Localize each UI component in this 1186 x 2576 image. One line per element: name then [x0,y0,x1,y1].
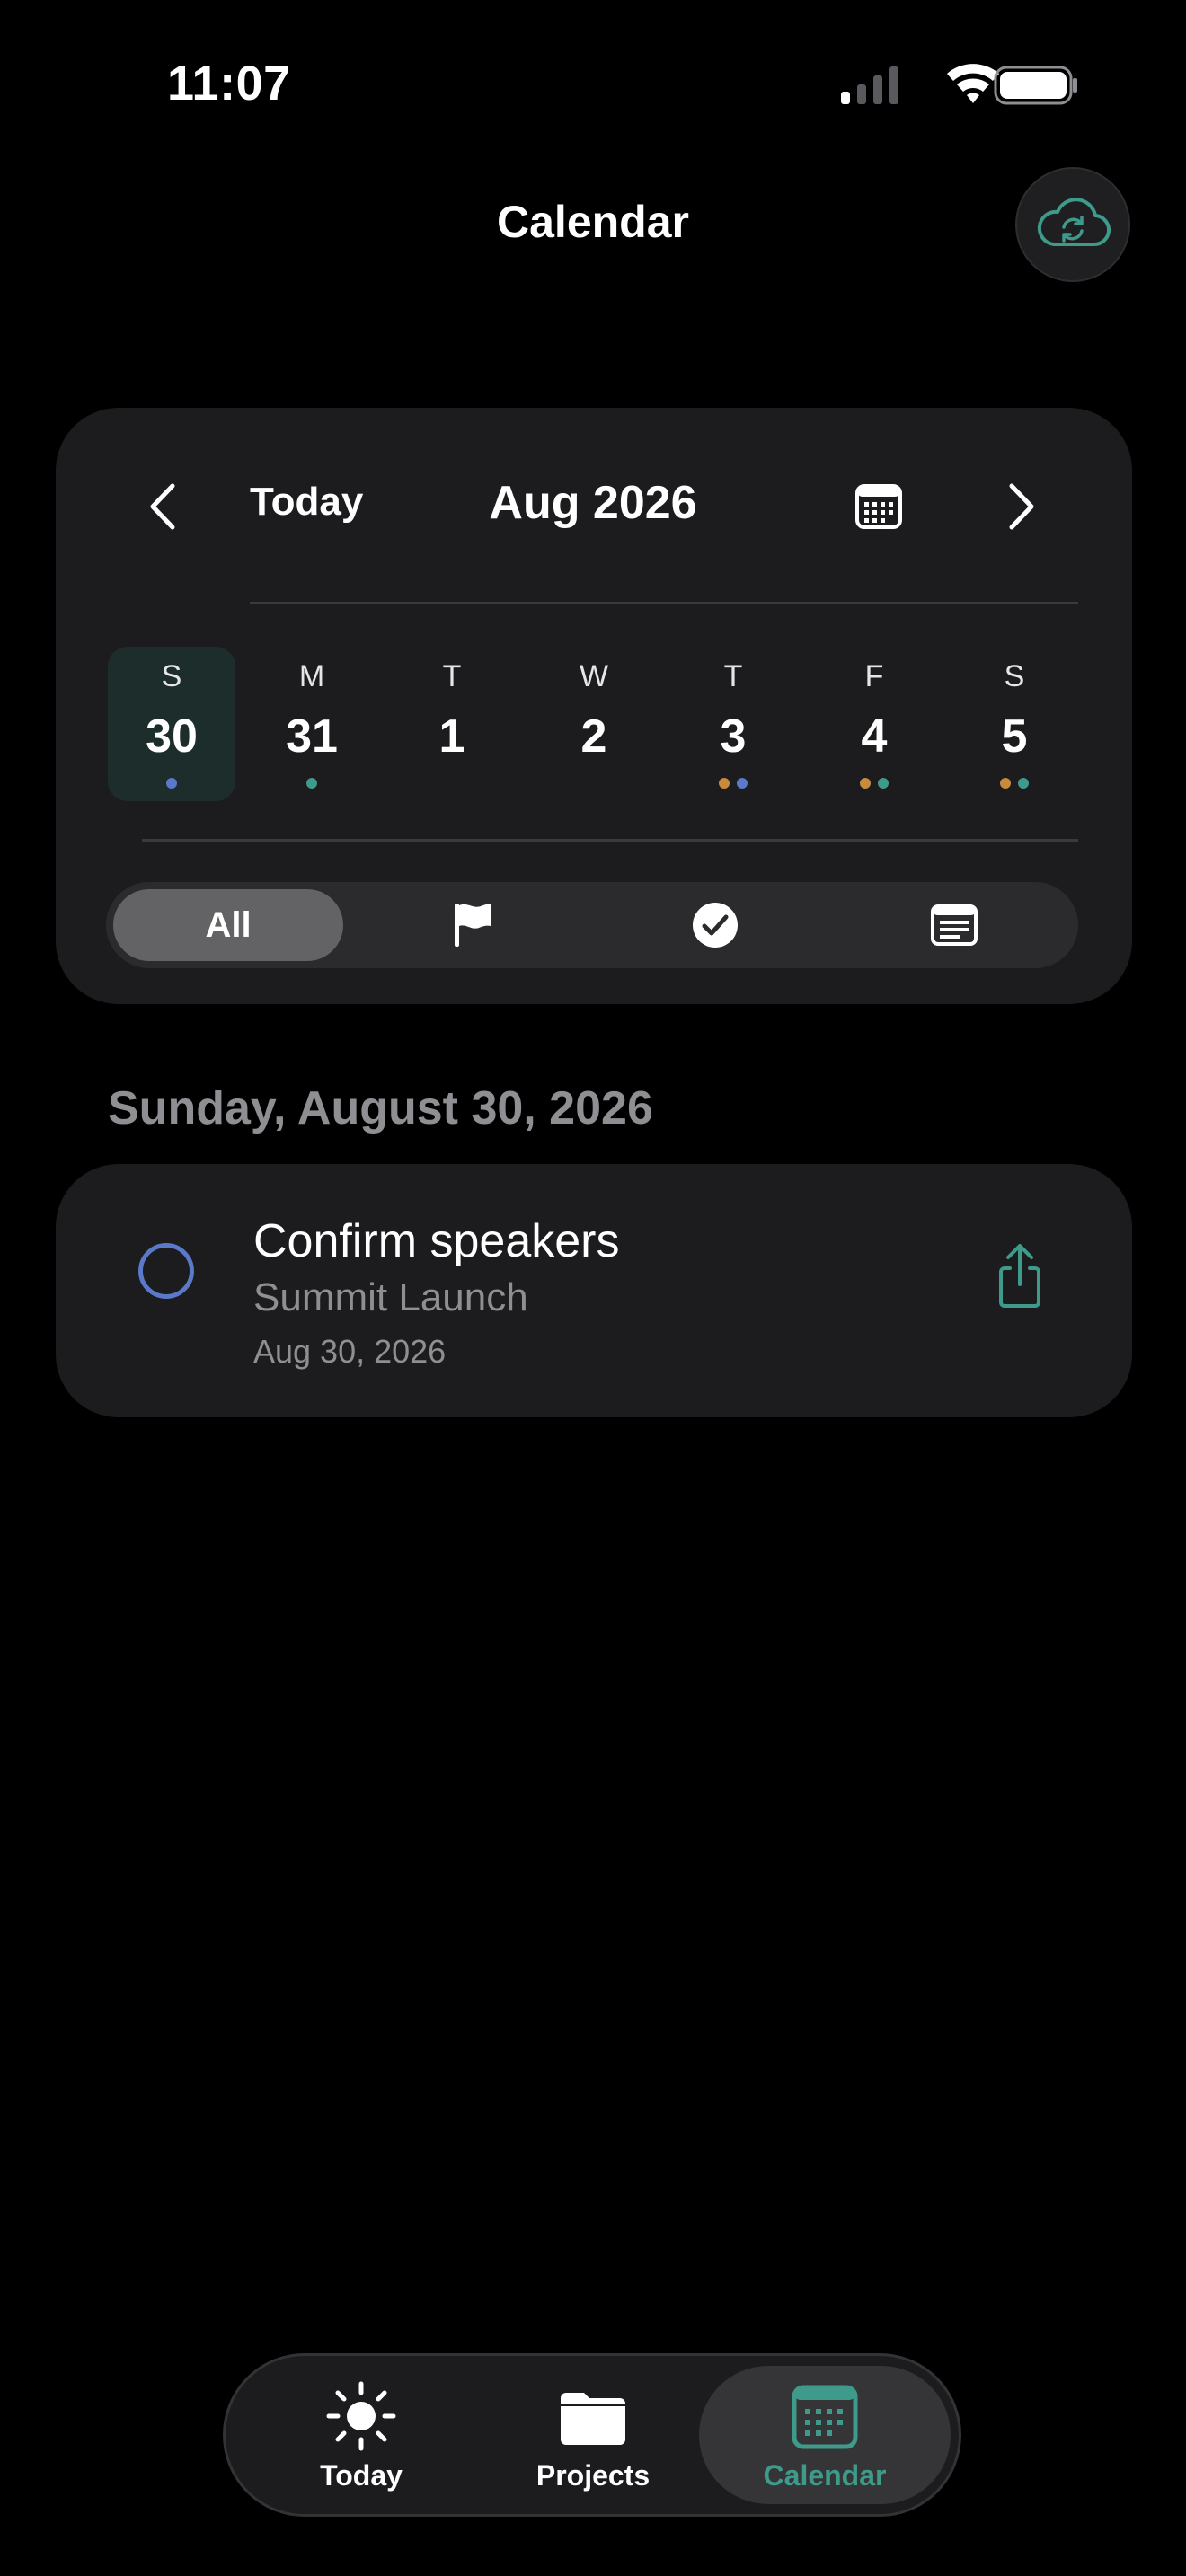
week-divider [142,839,1078,842]
event-dot [1018,778,1029,789]
day-letter: S [1004,659,1025,693]
tab-today[interactable]: Today [235,2366,487,2504]
selected-date-heading: Sunday, August 30, 2026 [108,1082,653,1134]
filter-notes[interactable] [839,889,1069,961]
day-number: 5 [1001,710,1028,763]
day-cell[interactable]: W 2 [530,647,658,801]
tab-projects[interactable]: Projects [467,2366,719,2504]
day-number: 2 [580,710,607,763]
cloud-sync-icon [1037,198,1111,247]
event-dot [878,778,889,789]
filter-tasks[interactable] [600,889,830,961]
sun-icon [326,2381,396,2451]
filter-all[interactable]: All [113,889,343,961]
today-button[interactable]: Today [250,480,363,525]
folder-icon [561,2393,625,2445]
header-divider [250,602,1078,604]
cloud-sync-button[interactable] [1015,167,1130,282]
task-project: Summit Launch [253,1275,528,1319]
event-dots [669,778,797,789]
task-complete-checkbox[interactable] [138,1243,194,1299]
share-icon [999,1244,1040,1308]
note-icon [931,904,978,946]
event-dot [719,778,730,789]
day-number: 4 [861,710,888,763]
tab-today-label: Today [320,2459,403,2492]
status-icons [841,64,1077,105]
event-dot [737,778,748,789]
filter-segmented-control: All [106,882,1078,968]
day-letter: F [864,659,884,693]
day-letter: T [442,659,462,693]
task-card[interactable] [56,1164,1132,1417]
checkmark-circle-icon [693,903,738,948]
wifi-icon [947,64,999,103]
day-number: 30 [146,710,198,763]
signal-icon [841,66,898,104]
event-dots [810,778,938,789]
day-cell[interactable]: S 30 [108,647,235,801]
event-dots [248,778,376,789]
day-letter: T [723,659,743,693]
previous-week-button[interactable] [128,471,199,543]
calendar-icon [792,2385,858,2449]
share-task-button[interactable] [988,1239,1051,1311]
filter-flagged[interactable] [358,889,588,961]
event-dot [860,778,871,789]
day-number: 1 [438,710,465,763]
day-letter: M [298,659,325,693]
status-time: 11:07 [167,57,291,110]
day-cell[interactable]: S 5 [951,647,1078,801]
chevron-left-icon [150,483,175,530]
event-dot [1000,778,1011,789]
month-label: Aug 2026 [489,477,697,529]
flag-icon [455,904,491,947]
page-title: Calendar [497,197,689,247]
battery-icon [994,66,1077,105]
event-dot [306,778,317,789]
tab-calendar[interactable]: Calendar [699,2366,951,2504]
filter-all-label: All [205,904,252,945]
tab-projects-label: Projects [535,2459,651,2492]
task-date: Aug 30, 2026 [253,1333,447,1370]
task-title: Confirm speakers [253,1215,620,1267]
date-picker-button[interactable] [843,471,915,543]
event-dots [108,778,235,789]
next-week-button[interactable] [985,471,1057,543]
tab-calendar-label: Calendar [763,2459,887,2492]
day-cell[interactable]: M 31 [248,647,376,801]
day-cell[interactable]: T 3 [669,647,797,801]
day-cell[interactable]: F 4 [810,647,938,801]
day-number: 31 [286,710,338,763]
day-cell[interactable]: T 1 [388,647,516,801]
day-number: 3 [720,710,747,763]
calendar-grid-icon [855,484,902,529]
chevron-right-icon [1009,483,1034,530]
event-dot [166,778,177,789]
day-letter: S [161,659,182,693]
day-letter: W [579,659,609,693]
event-dots [951,778,1078,789]
